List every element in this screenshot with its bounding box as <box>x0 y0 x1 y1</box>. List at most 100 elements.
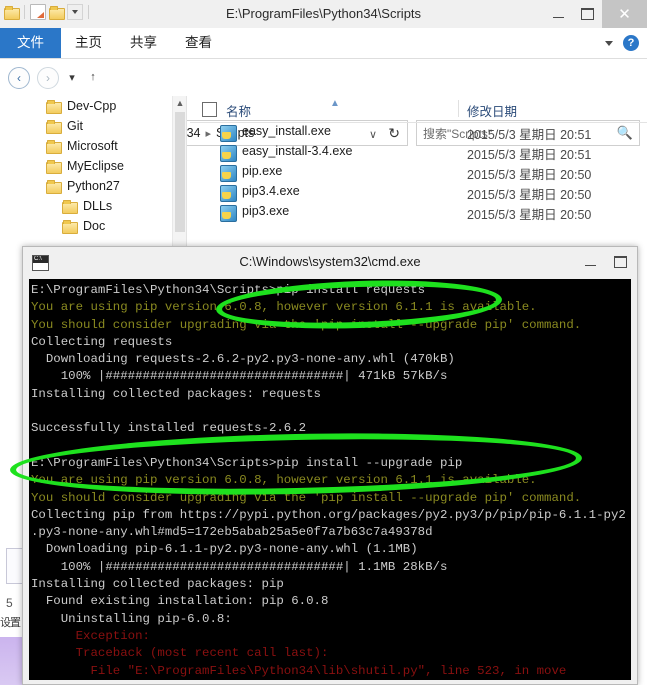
table-row[interactable]: pip.exe 2015/5/3 星期日 20:50 <box>190 163 647 183</box>
sort-ascending-icon: ▲ <box>330 98 340 109</box>
maximize-button[interactable] <box>573 0 602 28</box>
cmd-minimize-button[interactable] <box>575 247 605 277</box>
table-row[interactable]: pip3.exe 2015/5/3 星期日 20:50 <box>190 203 647 223</box>
tab-home[interactable]: 主页 <box>61 28 116 58</box>
console-line: Downloading pip-6.1.1-py2.py3-none-any.w… <box>31 542 418 557</box>
console-line: Successfully installed requests-2.6.2 <box>31 421 307 436</box>
tree-item-label: Dev-Cpp <box>67 99 117 113</box>
ribbon-right-controls[interactable]: ? <box>605 28 639 58</box>
column-header-name[interactable]: 名称 <box>226 101 251 120</box>
navigation-tree-pane[interactable]: Dev-Cpp Git Microsoft MyEclipse Python27… <box>0 96 186 246</box>
column-header-date[interactable]: 修改日期 <box>467 101 517 120</box>
file-date: 2015/5/3 星期日 20:51 <box>467 148 592 162</box>
explorer-ribbon: 文件 主页 共享 查看 ? <box>0 28 647 59</box>
console-line: Downloading requests-2.6.2-py2.py3-none-… <box>31 352 455 367</box>
tree-item-label: Doc <box>83 219 106 233</box>
folder-icon <box>46 139 62 154</box>
close-button[interactable]: ✕ <box>602 0 647 28</box>
file-list-pane[interactable]: 名称 ▲ 修改日期 easy_install.exe 2015/5/3 星期日 … <box>190 96 647 246</box>
console-text: E:\ProgramFiles\Python34\Scripts>pip ins… <box>29 279 631 680</box>
exe-file-icon <box>220 145 237 162</box>
tab-share[interactable]: 共享 <box>116 28 171 58</box>
file-name: pip3.exe <box>242 204 290 218</box>
console-line: Installing collected packages: pip <box>31 577 284 592</box>
tree-item-label: DLLs <box>83 199 113 213</box>
console-line: Traceback (most recent call last): <box>31 646 329 661</box>
scrollbar-thumb[interactable] <box>175 112 185 232</box>
help-icon[interactable]: ? <box>623 35 639 51</box>
console-line: File "E:\ProgramFiles\Python34\lib\shuti… <box>31 663 567 678</box>
minimize-icon <box>584 265 596 266</box>
file-name: pip.exe <box>242 164 283 178</box>
exe-file-icon <box>220 125 237 142</box>
console-line: You are using pip version 6.0.8, however… <box>31 300 537 315</box>
command-prompt-window[interactable]: C:\ C:\Windows\system32\cmd.exe E:\Progr… <box>22 246 638 685</box>
select-all-checkbox[interactable] <box>202 102 217 117</box>
tab-view[interactable]: 查看 <box>171 28 226 58</box>
minimize-button[interactable] <box>544 0 573 28</box>
folder-icon <box>46 119 62 134</box>
console-line: Collecting pip from https://pypi.python.… <box>31 507 626 522</box>
console-line: Installing collected packages: requests <box>31 386 321 401</box>
tree-item-git[interactable]: Git <box>0 116 186 136</box>
tree-item-dlls[interactable]: DLLs <box>0 196 186 216</box>
console-line: 100% |################################| … <box>31 559 448 574</box>
exe-file-icon <box>220 205 237 222</box>
cmd-window-controls[interactable] <box>575 247 635 277</box>
screenshot-root: E:\ProgramFiles\Python34\Scripts ✕ 文件 主页… <box>0 0 647 685</box>
console-line: Exception: <box>31 628 150 643</box>
scroll-up-icon[interactable]: ▲ <box>173 96 187 108</box>
tree-scrollbar[interactable]: ▲ <box>172 96 187 246</box>
console-line: You should consider upgrading via the 'p… <box>31 490 582 505</box>
tree-item-label: MyEclipse <box>67 159 124 173</box>
partial-text-label: 设置 <box>0 617 21 629</box>
console-line: Uninstalling pip-6.0.8: <box>31 611 232 626</box>
cmd-title: C:\Windows\system32\cmd.exe <box>239 254 421 269</box>
tree-item-dev-cpp[interactable]: Dev-Cpp <box>0 96 186 116</box>
tree-item-python27[interactable]: Python27 <box>0 176 186 196</box>
tree-item-myeclipse[interactable]: MyEclipse <box>0 156 186 176</box>
console-line: You should consider upgrading via the 'p… <box>31 317 582 332</box>
recent-locations-button[interactable]: ▾ <box>64 67 80 87</box>
table-row[interactable]: easy_install-3.4.exe 2015/5/3 星期日 20:51 <box>190 143 647 163</box>
console-line: .py3-none-any.whl#md5=172eb5abab25a5e0f7… <box>31 525 433 540</box>
tab-file[interactable]: 文件 <box>0 28 61 58</box>
folder-icon <box>62 219 78 234</box>
back-button[interactable]: ‹ <box>8 67 30 89</box>
table-row[interactable]: easy_install.exe 2015/5/3 星期日 20:51 <box>190 123 647 143</box>
tree-item-label: Microsoft <box>67 139 118 153</box>
column-divider[interactable] <box>458 100 459 117</box>
ribbon-tabs[interactable]: 文件 主页 共享 查看 <box>0 28 226 58</box>
console-line: Collecting requests <box>31 334 173 349</box>
explorer-address-bar: ‹ › ▾ ↑ « Python34 ▸ Scripts ∨ ↻ 搜索"Scri… <box>0 59 647 146</box>
forward-button[interactable]: › <box>37 67 59 89</box>
file-list-header: 名称 ▲ 修改日期 <box>190 96 647 123</box>
cmd-maximize-button[interactable] <box>605 247 635 277</box>
tree-item-microsoft[interactable]: Microsoft <box>0 136 186 156</box>
explorer-title-bar: E:\ProgramFiles\Python34\Scripts ✕ <box>0 0 647 29</box>
up-button[interactable]: ↑ <box>85 67 101 87</box>
expand-ribbon-icon[interactable] <box>605 40 613 46</box>
console-line: 100% |################################| … <box>31 369 448 384</box>
folder-icon <box>46 179 62 194</box>
tree-item-label: Git <box>67 119 83 133</box>
folder-icon <box>46 99 62 114</box>
explorer-window-controls[interactable]: ✕ <box>544 0 647 28</box>
tree-item-label: Python27 <box>67 179 120 193</box>
console-line: E:\ProgramFiles\Python34\Scripts>pip ins… <box>31 455 463 470</box>
maximize-icon <box>613 256 627 268</box>
pane-divider[interactable] <box>186 96 187 246</box>
explorer-left-strip <box>0 246 22 596</box>
file-date: 2015/5/3 星期日 20:50 <box>467 188 592 202</box>
cmd-console-output[interactable]: E:\ProgramFiles\Python34\Scripts>pip ins… <box>29 279 631 680</box>
cmd-title-bar: C:\ C:\Windows\system32\cmd.exe <box>23 247 637 277</box>
file-date: 2015/5/3 星期日 20:50 <box>467 208 592 222</box>
console-line: Found existing installation: pip 6.0.8 <box>31 594 329 609</box>
table-row[interactable]: pip3.4.exe 2015/5/3 星期日 20:50 <box>190 183 647 203</box>
taskbar-item[interactable] <box>0 637 22 685</box>
minimize-icon <box>553 17 564 18</box>
tree-item-doc[interactable]: Doc <box>0 216 186 236</box>
file-date: 2015/5/3 星期日 20:50 <box>467 168 592 182</box>
